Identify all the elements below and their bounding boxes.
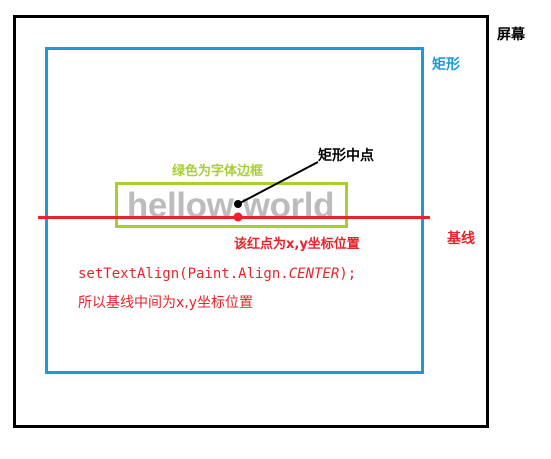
- code-prefix: setTextAlign(Paint.Align.: [78, 266, 289, 282]
- rect-center-dot: [234, 200, 242, 208]
- baseline-label: 基线: [447, 231, 475, 247]
- xy-point-label: 该红点为x,y坐标位置: [234, 237, 360, 252]
- code-suffix: );: [339, 266, 357, 282]
- note-line: 所以基线中间为x,y坐标位置: [78, 295, 254, 311]
- rect-center-label: 矩形中点: [318, 148, 374, 164]
- code-line: setTextAlign(Paint.Align.CENTER);: [78, 266, 356, 282]
- font-box-label: 绿色为字体边框: [172, 164, 264, 179]
- code-italic: CENTER: [288, 266, 340, 282]
- xy-point-dot: [233, 212, 243, 222]
- screen-label: 屏幕: [497, 27, 525, 43]
- rectangle-label: 矩形: [432, 57, 460, 73]
